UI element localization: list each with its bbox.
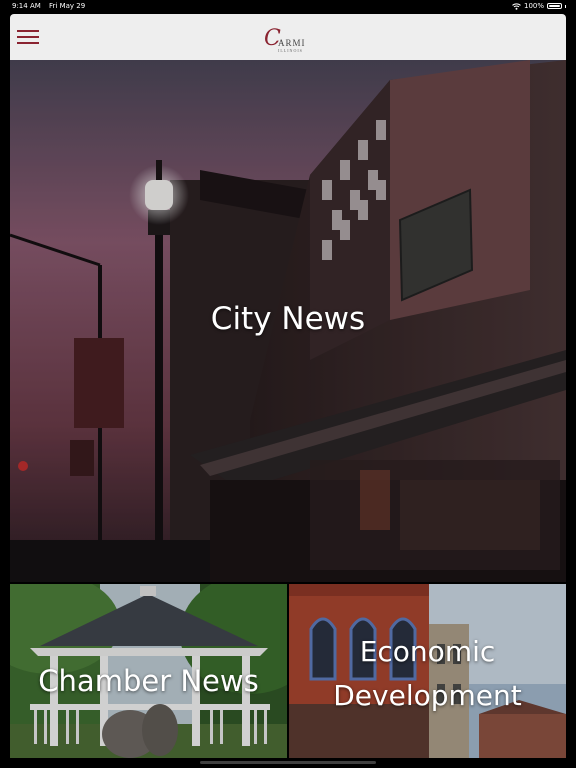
menu-line — [17, 30, 39, 32]
economic-label-line2: Development — [333, 679, 522, 712]
status-time: 9:14 AM — [12, 2, 41, 10]
status-date: Fri May 29 — [49, 2, 86, 10]
city-news-label: City News — [210, 301, 366, 337]
menu-line — [17, 42, 39, 44]
wifi-icon — [512, 2, 521, 10]
logo-subtitle: ILLINOIS — [278, 48, 303, 53]
status-bar: 9:14 AM Fri May 29 100% — [0, 0, 576, 12]
battery-icon — [547, 3, 562, 9]
menu-line — [17, 36, 39, 38]
status-left: 9:14 AM Fri May 29 — [12, 0, 91, 12]
home-indicator — [200, 761, 376, 764]
nav-bar: C ARMI ILLINOIS — [10, 14, 566, 61]
status-right: 100% — [512, 0, 566, 12]
city-news-tile[interactable]: City News — [10, 60, 566, 582]
battery-tip — [565, 4, 566, 8]
chamber-news-label: Chamber News — [38, 664, 259, 698]
economic-development-tile[interactable]: Economic Development — [289, 584, 566, 758]
app-window: C ARMI ILLINOIS City News Chamber News E… — [10, 14, 566, 758]
chamber-news-tile[interactable]: Chamber News — [10, 584, 287, 758]
economic-development-label: Economic Development — [289, 630, 566, 718]
battery-percent: 100% — [523, 2, 544, 10]
logo-word: ARMI — [278, 38, 306, 48]
carmi-logo: C ARMI ILLINOIS — [264, 26, 312, 60]
hamburger-icon[interactable] — [17, 29, 39, 45]
economic-label-line1: Economic — [359, 635, 496, 668]
